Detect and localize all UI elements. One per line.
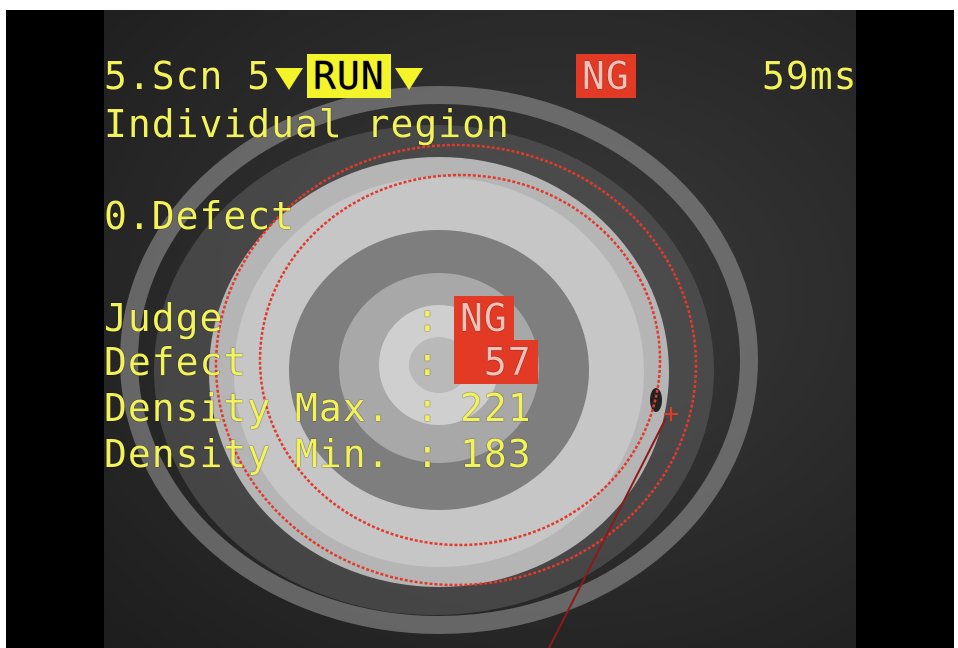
measurement-colon: : [416, 432, 440, 476]
density-min-value: 183 [460, 432, 532, 476]
measurement-colon: : [416, 340, 440, 384]
measurement-row: Defect [104, 340, 247, 384]
result-badge-wrap: NG [576, 54, 636, 98]
dropdown-triangle-icon[interactable] [394, 67, 423, 90]
inspection-item: 0.Defect [104, 194, 296, 238]
measurement-row: Density Max. [104, 386, 391, 430]
region-title: Individual region [104, 102, 510, 146]
density-max-value: 221 [460, 386, 532, 430]
defect-value: 57 [454, 340, 538, 384]
measurement-label: Judge [104, 296, 224, 340]
measurement-row: Density Min. [104, 432, 391, 476]
measurement-colon: : [416, 386, 440, 430]
measurement-row: Judge [104, 296, 223, 340]
camera-image: 5.Scn 5 RUN NG 59ms Individual region 0.D… [104, 10, 856, 648]
measurement-label: Density Max. [104, 386, 391, 430]
dropdown-triangle-icon[interactable] [275, 67, 304, 90]
mode-badge[interactable]: RUN [307, 54, 391, 98]
header-row: 5.Scn 5 RUN [104, 54, 427, 98]
scene-label: 5.Scn 5 [104, 54, 272, 98]
measurement-colon: : [416, 296, 440, 340]
measurement-value: NG [454, 296, 514, 340]
camera-frame: 5.Scn 5 RUN NG 59ms Individual region 0.D… [6, 10, 954, 648]
measurement-label: Density Min. [104, 432, 391, 476]
measurement-label: Defect [104, 340, 248, 384]
judge-value: NG [454, 296, 514, 340]
result-badge: NG [576, 54, 636, 98]
processing-time: 59ms [762, 54, 856, 98]
measurement-value: 57 [454, 340, 538, 384]
